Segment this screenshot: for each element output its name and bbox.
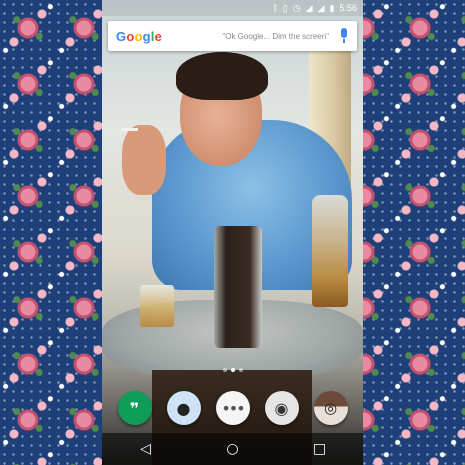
navigation-bar: ◁ ○ □ bbox=[102, 433, 363, 465]
google-logo: Google bbox=[116, 28, 163, 44]
back-button[interactable]: ◁ bbox=[131, 441, 161, 457]
app-dock: ❞ ● ••• ◉ ◎ bbox=[102, 386, 363, 430]
signal-icon: ◢ bbox=[317, 2, 325, 13]
reddit-app-icon[interactable]: ● bbox=[166, 391, 201, 425]
camera-app-icon[interactable]: ◎ bbox=[313, 391, 348, 425]
vibrate-icon: ▯ bbox=[282, 2, 288, 13]
search-hint: "Ok Google... Dim the screen" bbox=[222, 31, 329, 41]
page-dot bbox=[222, 368, 227, 372]
page-dot bbox=[238, 368, 243, 372]
battery-icon: ▮ bbox=[329, 2, 335, 13]
whisky-bottle bbox=[312, 195, 348, 307]
page-indicator bbox=[102, 368, 363, 376]
alarm-icon: ◷ bbox=[292, 2, 301, 13]
bluetooth-icon: ᛒ bbox=[272, 2, 278, 13]
app-drawer-icon[interactable]: ••• bbox=[215, 391, 250, 425]
cigarette bbox=[122, 128, 138, 131]
alien-app-icon[interactable]: ◉ bbox=[264, 391, 299, 425]
google-search-bar[interactable]: Google "Ok Google... Dim the screen" bbox=[108, 21, 357, 51]
whisky-glass bbox=[140, 285, 174, 327]
recents-button[interactable]: □ bbox=[305, 441, 335, 457]
hangouts-app-icon[interactable]: ❞ bbox=[117, 391, 152, 425]
status-time: 5:56 bbox=[339, 3, 357, 13]
phone-screen: ᛒ ▯ ◷ ◢ ◢ ▮ 5:56 Google "Ok Google... Di… bbox=[102, 0, 363, 465]
person-hand bbox=[122, 125, 166, 195]
person-hair bbox=[176, 52, 268, 100]
page-dot-active bbox=[230, 368, 235, 372]
french-press bbox=[214, 226, 262, 348]
mic-icon[interactable] bbox=[339, 28, 349, 44]
home-button[interactable]: ○ bbox=[218, 441, 248, 457]
status-bar: ᛒ ▯ ◷ ◢ ◢ ▮ 5:56 bbox=[102, 0, 363, 16]
wifi-icon: ◢ bbox=[305, 2, 313, 13]
